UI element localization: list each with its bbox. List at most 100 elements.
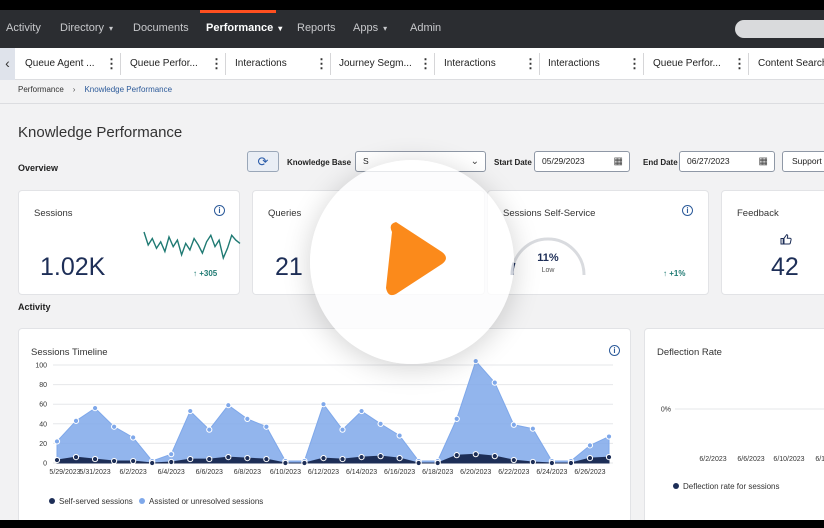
self-served-point[interactable]	[149, 459, 156, 467]
assisted-point[interactable]	[491, 379, 498, 386]
self-served-point[interactable]	[263, 455, 270, 463]
self-served-point[interactable]	[415, 459, 422, 467]
self-served-point[interactable]	[244, 455, 251, 462]
assisted-point[interactable]	[168, 451, 175, 458]
self-served-point[interactable]	[301, 459, 308, 467]
tab-label: Journey Segm...	[339, 58, 412, 69]
self-served-point[interactable]	[91, 455, 99, 463]
assisted-point[interactable]	[320, 401, 327, 408]
legend-assisted[interactable]: Assisted or unresolved sessions	[139, 497, 263, 506]
assisted-point[interactable]	[453, 415, 460, 423]
chevron-down-icon: ▾	[383, 24, 388, 33]
more-vertical-icon[interactable]: ⋮	[419, 48, 432, 79]
assisted-point[interactable]	[510, 421, 517, 428]
self-served-point[interactable]	[339, 455, 346, 463]
self-served-point[interactable]	[453, 452, 460, 459]
more-vertical-icon[interactable]: ⋮	[733, 48, 746, 79]
self-served-point[interactable]	[320, 455, 327, 462]
assisted-point[interactable]	[72, 417, 80, 424]
self-served-point[interactable]	[510, 456, 517, 464]
arrow-up-icon: ↑	[193, 269, 197, 278]
assisted-point[interactable]	[53, 438, 61, 445]
video-play-button[interactable]	[310, 160, 514, 364]
top-navigation: Activity Directory ▾ Documents Performanc…	[0, 10, 824, 48]
self-served-point[interactable]	[529, 458, 536, 466]
nav-admin[interactable]: Admin	[410, 22, 441, 34]
assisted-point[interactable]	[111, 423, 118, 430]
self-served-point[interactable]	[282, 459, 289, 467]
x-tick-label: 6/24/2023	[536, 469, 567, 476]
assisted-point[interactable]	[187, 407, 194, 415]
assisted-point[interactable]	[130, 434, 137, 441]
sessions-value: 1.02K	[40, 253, 106, 281]
self-served-point[interactable]	[396, 455, 403, 462]
self-served-point[interactable]	[187, 455, 194, 463]
tab-2[interactable]: Queue Perfor... ⋮	[130, 48, 234, 80]
more-vertical-icon[interactable]: ⋮	[210, 48, 223, 79]
self-served-point[interactable]	[377, 453, 384, 460]
end-date-input[interactable]: 06/27/2023 ▦	[679, 151, 775, 172]
assisted-point[interactable]	[529, 425, 536, 432]
assisted-point[interactable]	[377, 420, 384, 427]
global-search-input[interactable]	[735, 20, 824, 38]
self-served-point[interactable]	[111, 457, 118, 465]
tab-8[interactable]: Content Search	[758, 48, 824, 80]
tab-label: Queue Perfor...	[653, 58, 721, 69]
nav-apps[interactable]: Apps ▾	[353, 22, 387, 34]
tab-label: Content Search	[758, 58, 824, 69]
info-icon[interactable]: i	[214, 205, 225, 216]
tab-7[interactable]: Queue Perfor... ⋮	[653, 48, 757, 80]
self-served-point[interactable]	[472, 451, 479, 458]
self-served-point[interactable]	[225, 454, 232, 461]
more-vertical-icon[interactable]: ⋮	[315, 48, 328, 79]
assisted-point[interactable]	[586, 442, 594, 449]
assisted-point[interactable]	[396, 432, 403, 439]
self-served-point[interactable]	[130, 457, 137, 465]
tab-3[interactable]: Interactions ⋮	[235, 48, 339, 80]
self-served-point[interactable]	[434, 459, 441, 467]
refresh-icon: ⟳	[257, 154, 269, 169]
self-served-point[interactable]	[358, 454, 365, 461]
more-vertical-icon[interactable]: ⋮	[524, 48, 537, 79]
tab-6[interactable]: Interactions ⋮	[548, 48, 652, 80]
breadcrumb-performance[interactable]: Performance	[18, 85, 64, 94]
self-served-point[interactable]	[548, 459, 555, 467]
legend-self-served[interactable]: Self-served sessions	[49, 497, 133, 506]
assisted-point[interactable]	[225, 402, 232, 409]
self-served-point[interactable]	[206, 455, 213, 463]
tab-1[interactable]: Queue Agent ... ⋮	[25, 48, 129, 80]
nav-reports[interactable]: Reports	[297, 22, 336, 34]
x-tick-label: 6/10/2023	[773, 456, 804, 463]
assisted-point[interactable]	[339, 426, 346, 433]
legend-deflection[interactable]: Deflection rate for sessions	[673, 482, 780, 491]
tab-5[interactable]: Interactions ⋮	[444, 48, 548, 80]
more-vertical-icon[interactable]: ⋮	[628, 48, 641, 79]
assisted-point[interactable]	[263, 423, 270, 430]
refresh-button[interactable]: ⟳	[247, 151, 279, 172]
tab-scroll-back-button[interactable]: ‹	[0, 48, 15, 80]
start-date-input[interactable]: 05/29/2023 ▦	[534, 151, 630, 172]
nav-performance[interactable]: Performance ▾	[206, 22, 282, 34]
self-served-point[interactable]	[53, 456, 61, 464]
support-select[interactable]: Support C	[782, 151, 824, 172]
self-served-point[interactable]	[567, 459, 575, 467]
assisted-point[interactable]	[358, 407, 365, 415]
self-served-point[interactable]	[605, 454, 613, 461]
assisted-point[interactable]	[244, 415, 251, 423]
self-served-point[interactable]	[168, 458, 175, 466]
self-served-point[interactable]	[72, 454, 80, 461]
nav-activity[interactable]: Activity	[6, 22, 41, 34]
nav-directory[interactable]: Directory ▾	[60, 22, 113, 34]
more-vertical-icon[interactable]: ⋮	[105, 48, 118, 79]
assisted-point[interactable]	[206, 426, 213, 433]
assisted-point[interactable]	[605, 433, 613, 440]
nav-documents[interactable]: Documents	[133, 22, 189, 34]
info-icon[interactable]: i	[609, 345, 620, 356]
y-tick-label: 0	[43, 461, 47, 468]
info-icon[interactable]: i	[682, 205, 693, 216]
assisted-point[interactable]	[91, 405, 99, 412]
self-served-point[interactable]	[586, 455, 594, 462]
deflection-rate-chart: 0% 6/2/2023 6/6/2023 6/10/2023 6/14/20	[661, 407, 824, 463]
tab-4[interactable]: Journey Segm... ⋮	[339, 48, 443, 80]
self-served-point[interactable]	[491, 453, 498, 460]
